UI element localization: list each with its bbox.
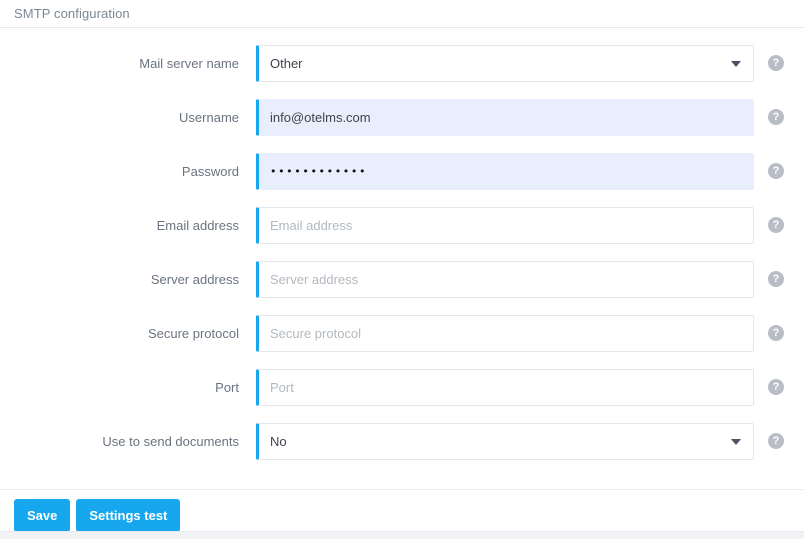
select-mail-server-name[interactable]: Other — [256, 45, 754, 82]
page-title: SMTP configuration — [14, 6, 130, 21]
panel-header: SMTP configuration — [0, 0, 804, 28]
input-username[interactable]: info@otelms.com — [256, 99, 754, 136]
field-wrapper: No — [256, 423, 754, 460]
form-row: Server address Server address? — [0, 261, 804, 315]
help-icon[interactable]: ? — [768, 325, 784, 341]
field-wrapper: Server address — [256, 261, 754, 298]
form-row: Use to send documents No? — [0, 423, 804, 477]
field-label-email-address: Email address — [156, 218, 239, 233]
field-value: No — [270, 434, 287, 449]
field-wrapper: Other — [256, 45, 754, 82]
form-row: Password ••••••••••••? — [0, 153, 804, 207]
help-icon[interactable]: ? — [768, 271, 784, 287]
field-label-password: Password — [181, 164, 239, 179]
help-icon[interactable]: ? — [768, 109, 784, 125]
input-password[interactable]: •••••••••••• — [256, 153, 754, 190]
settings-test-button[interactable]: Settings test — [76, 499, 181, 532]
smtp-configuration-panel: SMTP configuration Mail server name Other… — [0, 0, 804, 539]
form-row: Username info@otelms.com? — [0, 99, 804, 153]
help-icon[interactable]: ? — [768, 163, 784, 179]
bottom-strip — [0, 531, 804, 539]
field-wrapper: Secure protocol — [256, 315, 754, 352]
field-wrapper: info@otelms.com — [256, 99, 754, 136]
input-email-address[interactable]: Email address — [256, 207, 754, 244]
help-icon[interactable]: ? — [768, 55, 784, 71]
field-value: info@otelms.com — [270, 110, 371, 125]
field-wrapper: Port — [256, 369, 754, 406]
field-placeholder: Server address — [270, 272, 359, 287]
panel-footer: Save Settings test — [0, 489, 804, 532]
save-button[interactable]: Save — [14, 499, 71, 532]
field-label-server-address: Server address — [150, 272, 239, 287]
field-label-username: Username — [179, 110, 239, 125]
input-port[interactable]: Port — [256, 369, 754, 406]
help-icon[interactable]: ? — [768, 217, 784, 233]
select-use-to-send-documents[interactable]: No — [256, 423, 754, 460]
field-wrapper: •••••••••••• — [256, 153, 754, 190]
password-masked-value: •••••••••••• — [270, 165, 368, 178]
form-row: Mail server name Other? — [0, 45, 804, 99]
form-row: Email address Email address? — [0, 207, 804, 261]
field-placeholder: Email address — [270, 218, 353, 233]
field-label-mail-server-name: Mail server name — [139, 56, 239, 71]
input-server-address[interactable]: Server address — [256, 261, 754, 298]
field-label-secure-protocol: Secure protocol — [147, 326, 239, 341]
chevron-down-icon[interactable] — [731, 438, 741, 445]
input-secure-protocol[interactable]: Secure protocol — [256, 315, 754, 352]
chevron-down-icon[interactable] — [731, 60, 741, 67]
form-row: Port Port? — [0, 369, 804, 423]
field-placeholder: Port — [270, 380, 294, 395]
smtp-form: Mail server name Other? Username info@otelm… — [0, 28, 804, 477]
form-row: Secure protocol Secure protocol? — [0, 315, 804, 369]
field-label-port: Port — [215, 380, 239, 395]
field-wrapper: Email address — [256, 207, 754, 244]
help-icon[interactable]: ? — [768, 379, 784, 395]
field-placeholder: Secure protocol — [270, 326, 362, 341]
field-label-use-to-send-documents: Use to send documents — [102, 434, 239, 449]
help-icon[interactable]: ? — [768, 433, 784, 449]
field-value: Other — [270, 56, 303, 71]
